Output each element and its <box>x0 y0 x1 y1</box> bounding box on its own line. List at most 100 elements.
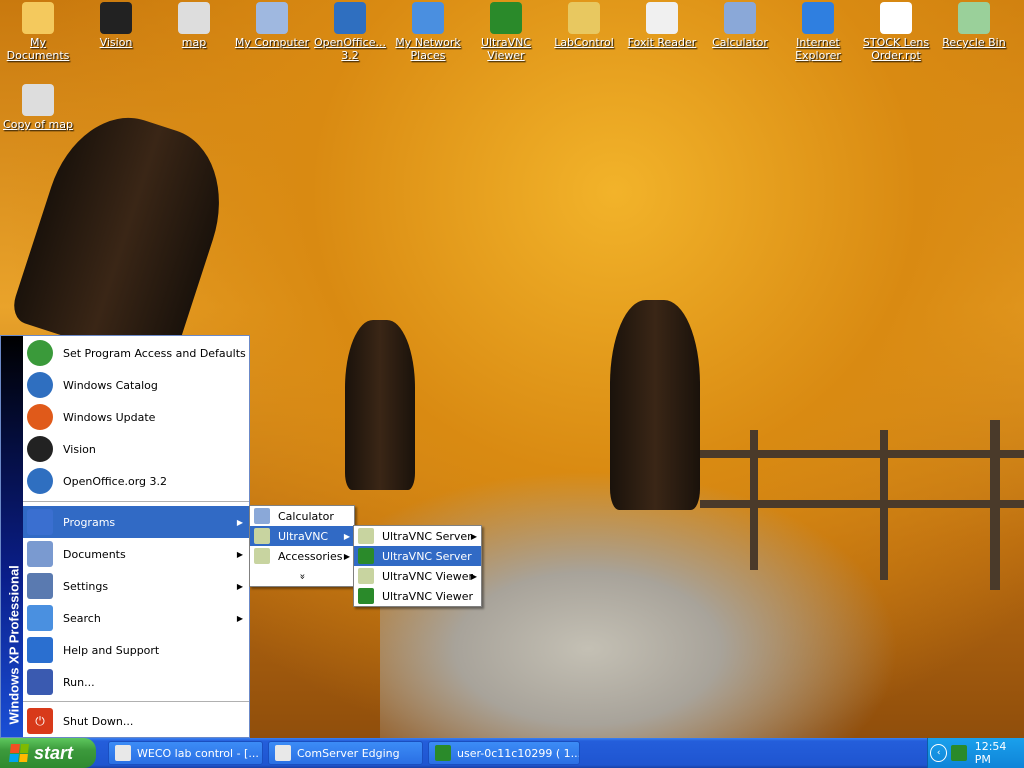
ultravnc-menu-item[interactable]: UltraVNC Server ▶ <box>354 526 481 546</box>
desktop-icon[interactable]: UltraVNC Viewer <box>467 0 545 62</box>
wallpaper-tree <box>8 99 242 371</box>
start-menu-item-label: Help and Support <box>63 643 160 657</box>
start-menu-item-label: Documents <box>63 547 126 561</box>
start-menu-item[interactable]: Programs ▶ <box>23 506 249 538</box>
clock[interactable]: 12:54 PM <box>975 740 1024 766</box>
desktop-icon[interactable]: My Documents <box>0 0 77 62</box>
shut-down-item[interactable]: ⏻ Shut Down... <box>23 705 249 737</box>
windows-catalog-icon <box>27 372 53 398</box>
wallpaper-tree <box>345 320 415 490</box>
desktop-icon[interactable]: My Computer <box>233 0 311 49</box>
submenu-arrow-icon: ▶ <box>236 517 243 527</box>
recycle-bin-icon <box>958 2 990 34</box>
wallpaper-fence <box>700 450 1024 458</box>
vision-icon <box>27 436 53 462</box>
menu-separator <box>23 501 249 502</box>
submenu-arrow-icon: ▶ <box>343 531 350 541</box>
desktop-icon-label: UltraVNC Viewer <box>480 36 532 62</box>
start-menu-item[interactable]: Set Program Access and Defaults <box>23 337 249 369</box>
start-button[interactable]: start <box>0 738 96 768</box>
start-menu-item-label: Search <box>63 611 101 625</box>
taskbar-button[interactable]: user-0c11c10299 ( 1... <box>428 741 580 765</box>
expand-menu-button[interactable]: » <box>250 566 354 586</box>
start-menu-item[interactable]: Documents ▶ <box>23 538 249 570</box>
wallpaper-fence <box>700 500 1024 508</box>
windows-update-icon <box>27 404 53 430</box>
taskbar-button[interactable]: WECO lab control - [... <box>108 741 263 765</box>
windows-logo-icon <box>9 744 29 762</box>
desktop-icon[interactable]: Calculator <box>701 0 779 49</box>
labcontrol-icon <box>568 2 600 34</box>
start-menu-item[interactable]: Run... <box>23 666 249 698</box>
start-menu-item[interactable]: Help and Support <box>23 634 249 666</box>
shut-down-icon: ⏻ <box>27 708 53 734</box>
map-icon <box>178 2 210 34</box>
wallpaper-tree <box>610 300 700 510</box>
desktop-icon-label: My Network Places <box>395 36 461 62</box>
desktop-icon[interactable]: Vision <box>77 0 155 49</box>
desktop-icon[interactable]: My Network Places <box>389 0 467 62</box>
ultravnc-menu-item[interactable]: UltraVNC Viewer <box>354 586 481 606</box>
start-menu-item[interactable]: Search ▶ <box>23 602 249 634</box>
start-menu-item[interactable]: Windows Update <box>23 401 249 433</box>
programs-menu-item[interactable]: UltraVNC ▶ <box>250 526 354 546</box>
my-computer-icon <box>256 2 288 34</box>
program-group-icon <box>254 528 270 544</box>
taskbar: start ‹ 12:54 PM WECO lab control - [...… <box>0 738 1024 768</box>
start-menu-item-label: Programs <box>63 515 116 529</box>
start-menu-item[interactable]: Settings ▶ <box>23 570 249 602</box>
programs-menu-item-label: Accessories <box>278 549 343 563</box>
ultravnc-menu-item-label: UltraVNC Server <box>382 549 472 563</box>
wallpaper-fence <box>750 430 758 570</box>
start-menu-item[interactable]: OpenOffice.org 3.2 <box>23 465 249 497</box>
calculator-icon <box>724 2 756 34</box>
desktop-icon-label: STOCK Lens Order.rpt <box>862 36 930 62</box>
desktop-icon-label: LabControl <box>554 36 614 49</box>
desktop-icon[interactable]: LabControl <box>545 0 623 49</box>
start-menu-item[interactable]: Vision <box>23 433 249 465</box>
shut-down-label: Shut Down... <box>63 714 134 728</box>
wallpaper-fence <box>990 420 1000 590</box>
desktop-icon-label: Calculator <box>712 36 768 49</box>
foxit-reader-icon <box>646 2 678 34</box>
taskbar-button-label: WECO lab control - [... <box>137 746 259 760</box>
report-file-icon <box>880 2 912 34</box>
openoffice-icon <box>334 2 366 34</box>
desktop-icon[interactable]: Recycle Bin <box>935 0 1013 49</box>
ultravnc-menu-item[interactable]: UltraVNC Server <box>354 546 481 566</box>
start-menu-item-label: Set Program Access and Defaults <box>63 346 246 360</box>
programs-menu-item-label: Calculator <box>278 509 334 523</box>
submenu-arrow-icon: ▶ <box>236 549 243 559</box>
desktop-icon-label: Copy of map <box>3 118 73 131</box>
openoffice-icon <box>27 468 53 494</box>
start-menu-item-label: Vision <box>63 442 96 456</box>
programs-submenu: Calculator UltraVNC ▶ Accessories ▶» <box>249 505 355 587</box>
taskbar-button-label: ComServer Edging <box>297 746 400 760</box>
desktop-icon[interactable]: Internet Explorer <box>779 0 857 62</box>
desktop-icon[interactable]: OpenOffice... 3.2 <box>311 0 389 62</box>
vision-icon <box>100 2 132 34</box>
submenu-arrow-icon: ▶ <box>470 531 477 541</box>
ultravnc-viewer-icon <box>490 2 522 34</box>
submenu-arrow-icon: ▶ <box>236 613 243 623</box>
desktop-icon[interactable]: map <box>155 0 233 49</box>
documents-icon <box>27 541 53 567</box>
taskbar-button[interactable]: ComServer Edging <box>268 741 423 765</box>
ultravnc-menu-item[interactable]: UltraVNC Viewer ▶ <box>354 566 481 586</box>
start-menu-item[interactable]: Windows Catalog <box>23 369 249 401</box>
show-hidden-icons-button[interactable]: ‹ <box>930 744 948 762</box>
expand-chevron-icon: » <box>296 572 308 580</box>
desktop-icon-label: Internet Explorer <box>795 36 841 62</box>
ultravnc-menu-item-label: UltraVNC Viewer <box>382 569 474 583</box>
programs-menu-item[interactable]: Accessories ▶ <box>250 546 354 566</box>
desktop-icon[interactable]: Foxit Reader <box>623 0 701 49</box>
ultravnc-server-icon <box>358 548 374 564</box>
desktop-icon[interactable]: Copy of map <box>0 82 77 131</box>
ultravnc-submenu: UltraVNC Server ▶ UltraVNC Server UltraVNC … <box>353 525 482 607</box>
submenu-arrow-icon: ▶ <box>236 581 243 591</box>
ultravnc-tray-icon[interactable] <box>951 745 967 761</box>
desktop-icon[interactable]: STOCK Lens Order.rpt <box>857 0 935 62</box>
desktop-icon-label: Vision <box>99 36 133 49</box>
start-menu-banner-text: Windows XP Professional <box>6 565 22 725</box>
programs-menu-item[interactable]: Calculator <box>250 506 354 526</box>
